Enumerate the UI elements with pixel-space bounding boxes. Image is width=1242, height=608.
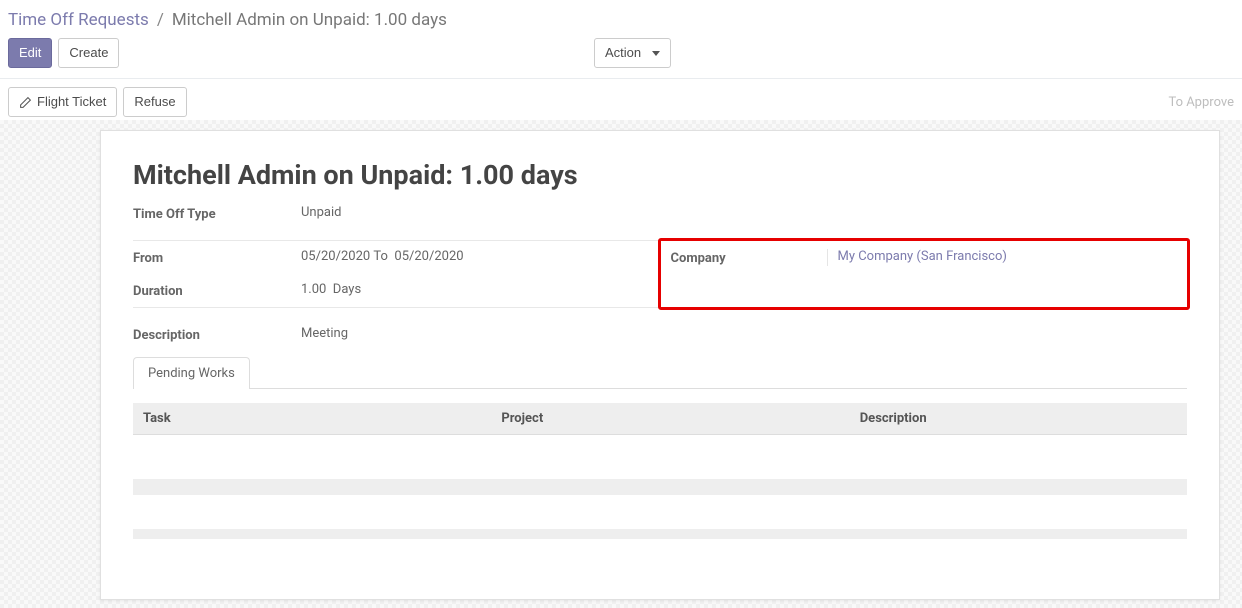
field-from: From 05/20/2020 To 05/20/2020 (133, 241, 660, 274)
column-right-highlighted: Company My Company (San Francisco) (658, 238, 1191, 310)
edit-button[interactable]: Edit (8, 38, 52, 68)
create-button[interactable]: Create (58, 38, 119, 68)
refuse-button[interactable]: Refuse (123, 87, 186, 117)
from-label: From (133, 249, 301, 266)
col-task: Task (133, 403, 491, 435)
action-label: Action (605, 44, 641, 62)
breadcrumb-current: Mitchell Admin on Unpaid: 1.00 days (172, 10, 447, 30)
field-description: Description Meeting (133, 326, 1187, 343)
tab-pending-works[interactable]: Pending Works (133, 357, 250, 389)
field-duration: Duration 1.00 Days (133, 274, 660, 307)
breadcrumb-root-link[interactable]: Time Off Requests (8, 10, 149, 30)
company-value-link[interactable]: My Company (San Francisco) (827, 249, 1007, 266)
pencil-icon (19, 96, 32, 109)
page-title: Mitchell Admin on Unpaid: 1.00 days (133, 159, 1187, 191)
column-left: From 05/20/2020 To 05/20/2020 Duration 1… (133, 241, 661, 307)
col-project: Project (491, 403, 849, 435)
flight-ticket-label: Flight Ticket (37, 93, 106, 111)
breadcrumb: Time Off Requests / Mitchell Admin on Un… (0, 0, 1242, 36)
time-off-type-label: Time Off Type (133, 205, 301, 222)
table-header-row: Task Project Description (133, 403, 1187, 435)
toolbar: Edit Create Action (0, 36, 1242, 79)
description-value: Meeting (301, 326, 348, 343)
breadcrumb-separator: / (157, 10, 164, 30)
form-sheet: Mitchell Admin on Unpaid: 1.00 days Time… (100, 130, 1220, 600)
flight-ticket-button[interactable]: Flight Ticket (8, 87, 117, 117)
table-empty-row (133, 435, 1187, 479)
action-dropdown-button[interactable]: Action (594, 38, 671, 68)
field-company: Company My Company (San Francisco) (661, 241, 1188, 274)
time-off-type-value: Unpaid (301, 205, 341, 222)
col-description: Description (850, 403, 1187, 435)
tabs: Pending Works (133, 357, 1187, 389)
duration-label: Duration (133, 282, 301, 299)
duration-value: 1.00 Days (301, 282, 361, 299)
field-time-off-type: Time Off Type Unpaid (133, 205, 1187, 222)
table-totals-row (133, 529, 1187, 539)
pending-works-table-wrap: Task Project Description (133, 403, 1187, 539)
from-value: 05/20/2020 To 05/20/2020 (301, 249, 464, 266)
description-label: Description (133, 326, 301, 343)
company-label: Company (671, 249, 827, 266)
pending-works-table: Task Project Description (133, 403, 1187, 539)
two-column-group: From 05/20/2020 To 05/20/2020 Duration 1… (133, 240, 1187, 308)
table-footer-row (133, 479, 1187, 495)
chevron-down-icon (652, 51, 660, 56)
table-empty-row (133, 495, 1187, 529)
status-to-approve: To Approve (1168, 95, 1234, 110)
